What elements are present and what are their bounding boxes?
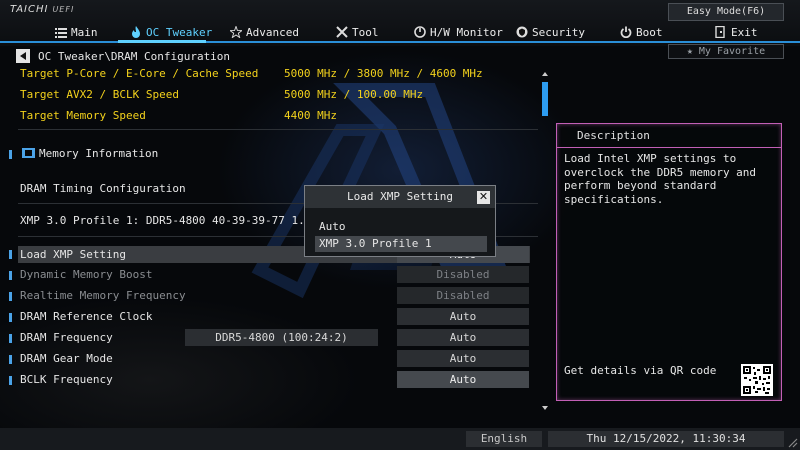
description-text: Load Intel XMP settings to overclock the… xyxy=(564,152,757,206)
tab-hw-monitor[interactable]: H/W Monitor xyxy=(414,23,503,41)
dram-reference-clock-label[interactable]: DRAM Reference Clock xyxy=(20,310,152,324)
exit-door-icon xyxy=(715,26,727,38)
load-xmp-setting-dialog: Load XMP Setting ✕ Auto XMP 3.0 Profile … xyxy=(304,185,496,257)
back-button[interactable] xyxy=(16,49,30,63)
description-panel: Description Load Intel XMP settings to o… xyxy=(556,123,782,401)
dram-gear-mode-value[interactable]: Auto xyxy=(397,350,529,367)
tab-label: H/W Monitor xyxy=(430,25,503,39)
qr-code-caption: Get details via QR code xyxy=(564,364,717,377)
arrow-up-icon xyxy=(542,72,548,76)
scroll-up-button[interactable] xyxy=(541,70,549,78)
target-avx2-label: Target AVX2 / BCLK Speed xyxy=(20,88,179,101)
power-ring-icon xyxy=(414,26,426,38)
flame-icon xyxy=(130,26,142,38)
dialog-option-auto[interactable]: Auto xyxy=(315,219,487,235)
description-divider xyxy=(557,147,781,148)
brand-suffix: UEFI xyxy=(52,5,75,14)
star-icon xyxy=(230,26,242,38)
realtime-memory-frequency-label[interactable]: Realtime Memory Frequency xyxy=(20,289,186,303)
my-favorite-button[interactable]: ★ My Favorite xyxy=(668,44,784,59)
tab-label: Exit xyxy=(731,25,758,39)
dialog-title: Load XMP Setting xyxy=(305,186,495,208)
row-bullet xyxy=(9,292,12,301)
tab-exit[interactable]: Exit xyxy=(715,23,758,41)
tab-boot[interactable]: Boot xyxy=(620,23,663,41)
dram-reference-clock-value[interactable]: Auto xyxy=(397,308,529,325)
breadcrumb-path: OC Tweaker\DRAM Configuration xyxy=(38,49,231,63)
row-bullet xyxy=(9,334,12,343)
tab-label: OC Tweaker xyxy=(146,25,213,39)
row-bullet xyxy=(9,150,12,159)
tab-label: Tool xyxy=(352,25,379,39)
tab-label: Boot xyxy=(636,25,663,39)
bclk-frequency-value[interactable]: Auto xyxy=(397,371,529,388)
bclk-frequency-label[interactable]: BCLK Frequency xyxy=(20,373,113,387)
dram-gear-mode-label[interactable]: DRAM Gear Mode xyxy=(20,352,113,366)
memory-module-icon xyxy=(22,148,35,158)
target-core-speed-label: Target P-Core / E-Core / Cache Speed xyxy=(20,67,259,80)
target-avx2-value: 5000 MHz / 100.00 MHz xyxy=(284,88,424,101)
dram-frequency-label[interactable]: DRAM Frequency xyxy=(20,331,113,345)
tab-label: Security xyxy=(532,25,585,39)
description-title: Description xyxy=(577,129,650,142)
divider xyxy=(18,129,538,130)
scrollbar-thumb[interactable] xyxy=(542,82,548,116)
active-tab-indicator xyxy=(118,40,206,43)
target-memory-value: 4400 MHz xyxy=(284,109,337,122)
tab-main[interactable]: Main xyxy=(55,23,98,41)
close-icon[interactable]: ✕ xyxy=(477,191,490,204)
row-bullet xyxy=(9,271,12,280)
dram-timing-configuration-heading: DRAM Timing Configuration xyxy=(20,182,186,195)
dynamic-memory-boost-value[interactable]: Disabled xyxy=(397,266,529,283)
dram-frequency-info: DDR5-4800 (100:24:2) xyxy=(185,329,378,346)
scroll-down-button[interactable] xyxy=(541,404,549,412)
tab-oc-tweaker[interactable]: OC Tweaker xyxy=(130,23,212,41)
tab-security[interactable]: Security xyxy=(516,23,585,41)
load-xmp-setting-label[interactable]: Load XMP Setting xyxy=(20,248,126,262)
favorite-label: My Favorite xyxy=(698,46,766,57)
date-time-display: Thu 12/15/2022, 11:30:34 xyxy=(548,431,784,447)
power-icon xyxy=(620,26,632,38)
qr-code-icon xyxy=(741,364,773,396)
tab-label: Main xyxy=(71,25,98,39)
tab-advanced[interactable]: Advanced xyxy=(230,23,299,41)
list-icon xyxy=(55,26,67,38)
tab-tool[interactable]: Tool xyxy=(336,23,379,41)
shield-icon xyxy=(516,26,528,38)
breadcrumb: OC Tweaker\DRAM Configuration xyxy=(16,48,230,64)
brand-logo: TAICHI UEFI xyxy=(10,4,74,15)
memory-information-label: Memory Information xyxy=(39,147,159,160)
row-bullet xyxy=(9,376,12,385)
memory-information-item[interactable]: Memory Information xyxy=(22,147,158,161)
back-arrow-icon xyxy=(20,52,26,60)
arrow-down-icon xyxy=(542,406,548,410)
row-bullet xyxy=(9,250,12,259)
target-core-speed-value: 5000 MHz / 3800 MHz / 4600 MHz xyxy=(284,67,483,80)
row-bullet xyxy=(9,355,12,364)
easy-mode-button[interactable]: Easy Mode(F6) xyxy=(668,3,784,21)
brand-name: TAICHI xyxy=(10,4,49,15)
target-memory-label: Target Memory Speed xyxy=(20,109,146,122)
row-bullet xyxy=(9,313,12,322)
tools-icon xyxy=(336,26,348,38)
scrollbar[interactable] xyxy=(540,70,550,412)
dram-frequency-value[interactable]: Auto xyxy=(397,329,529,346)
realtime-memory-frequency-value[interactable]: Disabled xyxy=(397,287,529,304)
dialog-option-xmp-profile-1[interactable]: XMP 3.0 Profile 1 xyxy=(315,236,487,252)
resize-grip-icon xyxy=(788,438,798,448)
tab-label: Advanced xyxy=(246,25,299,39)
star-icon: ★ xyxy=(686,46,693,57)
language-selector[interactable]: English xyxy=(466,431,542,447)
dynamic-memory-boost-label[interactable]: Dynamic Memory Boost xyxy=(20,268,152,282)
